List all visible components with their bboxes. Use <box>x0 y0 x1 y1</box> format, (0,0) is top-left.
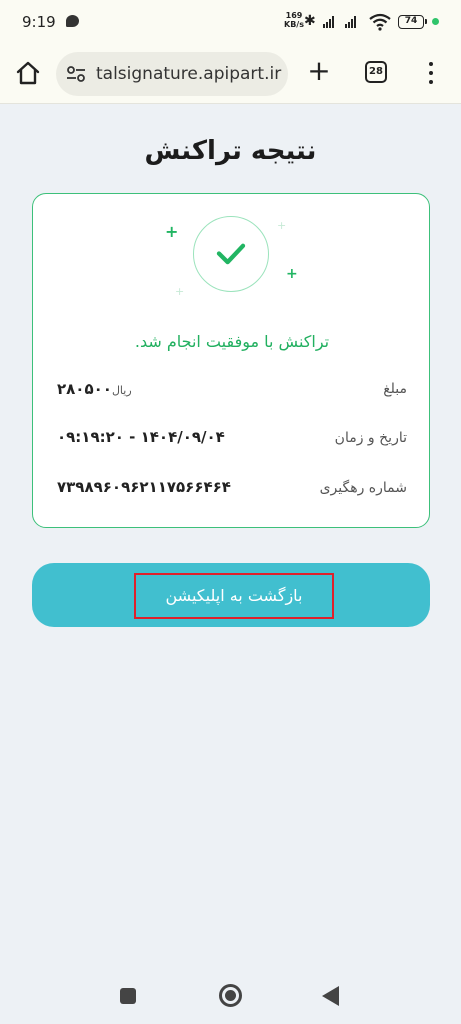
datetime-label: تاریخ و زمان <box>334 430 407 446</box>
new-tab-button[interactable]: + <box>305 57 333 85</box>
site-settings-icon[interactable] <box>66 64 86 84</box>
sparkle-icon: + <box>165 222 179 241</box>
address-bar[interactable]: talsignature.apipart.ir <box>56 52 288 96</box>
currency-label: ریال <box>111 384 132 397</box>
recents-button[interactable] <box>120 988 136 1004</box>
home-nav-button[interactable] <box>219 984 242 1007</box>
datetime-value: ۰۹:۱۹:۲۰ - ۱۴۰۴/۰۹/۰۴ <box>57 428 225 446</box>
status-bar: 9:19 169 KB/s ✱ 74 <box>0 0 461 44</box>
return-to-app-button[interactable]: بازگشت به اپلیکیشن <box>32 563 430 627</box>
url-text: talsignature.apipart.ir <box>96 64 282 84</box>
back-button[interactable] <box>322 986 339 1006</box>
bluetooth-icon: ✱ <box>304 13 316 29</box>
home-icon[interactable] <box>14 59 42 87</box>
datetime-row: تاریخ و زمان ۰۹:۱۹:۲۰ - ۱۴۰۴/۰۹/۰۴ <box>57 426 407 452</box>
wifi-icon <box>369 13 391 31</box>
tracking-number-row: شماره رهگیری ۷۳۹۸۹۶۰۹۶۲۱۱۷۵۶۶۴۶۴ <box>57 476 407 502</box>
sparkle-icon: + <box>286 266 298 282</box>
privacy-dot-indicator <box>432 18 439 25</box>
battery-icon: 74 <box>398 15 427 29</box>
page-title: نتیجه تراکنش <box>144 136 317 166</box>
success-check-icon <box>193 216 269 292</box>
amount-value-group: ریال۲۸۰۵۰۰ <box>57 379 136 398</box>
return-button-label: بازگشت به اپلیکیشن <box>165 586 303 605</box>
tracking-number-label: شماره رهگیری <box>319 480 407 496</box>
return-button-highlight: بازگشت به اپلیکیشن <box>134 573 334 619</box>
amount-label: مبلغ <box>383 381 407 397</box>
amount-row: مبلغ ریال۲۸۰۵۰۰ <box>57 377 407 403</box>
tab-switcher-button[interactable]: 28 <box>365 61 387 83</box>
browser-toolbar: talsignature.apipart.ir + 28 <box>0 44 461 104</box>
transaction-result-card: + + + + تراکنش با موفقیت انجام شد. مبلغ … <box>32 193 430 528</box>
tracking-number-value: ۷۳۹۸۹۶۰۹۶۲۱۱۷۵۶۶۴۶۴ <box>57 478 231 496</box>
signal-icon-2 <box>345 16 356 28</box>
chat-notification-icon <box>66 15 79 27</box>
signal-icon <box>323 16 334 28</box>
success-message: تراکنش با موفقیت انجام شد. <box>134 332 330 351</box>
amount-value: ۲۸۰۵۰۰ <box>57 380 112 398</box>
sparkle-icon: + <box>175 285 185 298</box>
network-speed: 169 KB/s <box>284 11 304 29</box>
status-time: 9:19 <box>22 13 56 31</box>
network-speed-value: 169 <box>285 11 303 20</box>
overflow-menu-icon[interactable] <box>427 62 435 84</box>
network-speed-unit: KB/s <box>284 20 304 29</box>
sparkle-icon: + <box>277 219 287 232</box>
